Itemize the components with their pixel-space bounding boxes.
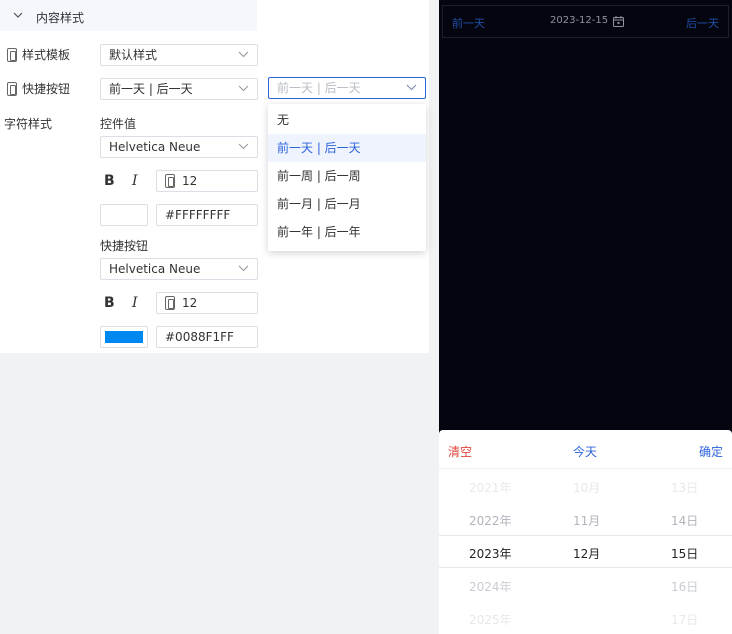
control-value-label: 控件值	[100, 117, 137, 131]
shortcut-color-input[interactable]: #0088F1FF	[156, 326, 258, 348]
shortcut-mobile-value: 前一天 | 后一天	[277, 81, 361, 95]
date-display[interactable]: 2023-12-15	[550, 15, 608, 26]
dropdown-option[interactable]: 无	[268, 106, 426, 134]
shortcut-font-select[interactable]: Helvetica Neue	[100, 258, 258, 280]
section-title: 内容样式	[36, 11, 85, 25]
year-item[interactable]: 2024年	[469, 578, 512, 595]
shortcut-size-input[interactable]: 12	[156, 292, 258, 314]
next-day-button[interactable]: 后一天	[686, 15, 719, 31]
shortcut-button-select[interactable]: 前一天 | 后一天	[100, 78, 258, 100]
year-item[interactable]: 2025年	[469, 611, 512, 628]
prev-day-button[interactable]: 前一天	[452, 15, 485, 31]
color-fill	[105, 331, 143, 343]
dropdown-option[interactable]: 前一周 | 后一周	[268, 162, 426, 190]
control-value-font-select[interactable]: Helvetica Neue	[100, 136, 258, 158]
chevron-down-icon	[406, 84, 417, 91]
shortcut-button-label: 快捷按钮	[7, 80, 70, 97]
shortcut-button-label-text: 快捷按钮	[22, 82, 71, 96]
dropdown-option[interactable]: 前一年 | 后一年	[268, 218, 426, 246]
mobile-icon	[165, 296, 175, 310]
chevron-down-icon	[238, 85, 249, 92]
bold-button[interactable]: B	[104, 173, 115, 189]
control-value-color: #FFFFFFFF	[165, 208, 231, 222]
italic-button[interactable]: I	[132, 295, 138, 311]
month-item[interactable]: 12月	[573, 545, 600, 562]
month-item[interactable]: 11月	[573, 512, 600, 529]
divider	[439, 468, 732, 469]
shortcut-style-label: 快捷按钮	[100, 239, 149, 253]
style-template-select[interactable]: 默认样式	[100, 44, 258, 66]
day-item[interactable]: 14日	[671, 512, 698, 529]
mobile-icon	[165, 174, 175, 188]
day-item[interactable]: 16日	[671, 578, 698, 595]
month-item[interactable]: 10月	[573, 479, 600, 496]
dropdown-option[interactable]: 前一月 | 后一月	[268, 190, 426, 218]
day-item[interactable]: 13日	[671, 479, 698, 496]
day-item[interactable]: 15日	[671, 545, 698, 562]
chevron-down-icon	[13, 12, 23, 18]
italic-button[interactable]: I	[132, 173, 138, 189]
shortcut-color-swatch[interactable]	[100, 326, 148, 348]
year-item[interactable]: 2021年	[469, 479, 512, 496]
date-picker: 清空 今天 确定 2021年 2022年 2023年 2024年 2025年 1…	[439, 430, 732, 634]
clear-button[interactable]: 清空	[448, 443, 472, 460]
chevron-down-icon	[238, 51, 249, 58]
shortcut-color: #0088F1FF	[165, 330, 234, 344]
char-style-label: 字符样式	[4, 117, 53, 131]
mobile-preview: 前一天 2023-12-15 后一天 清空 今天 确定 2021年 2022年 …	[439, 0, 732, 634]
control-value-color-swatch[interactable]	[100, 204, 148, 226]
style-template-label-text: 样式模板	[22, 48, 71, 62]
color-fill	[105, 209, 143, 221]
shortcut-font: Helvetica Neue	[109, 262, 201, 276]
date-bar: 前一天 2023-12-15 后一天	[442, 5, 729, 38]
control-value-size-input[interactable]: 12	[156, 170, 258, 192]
confirm-button[interactable]: 确定	[699, 443, 723, 460]
chevron-down-icon	[238, 265, 249, 272]
control-value-font: Helvetica Neue	[109, 140, 201, 154]
mobile-icon	[7, 47, 17, 62]
day-item[interactable]: 17日	[671, 611, 698, 628]
control-value-size: 12	[182, 174, 198, 188]
shortcut-size: 12	[182, 296, 198, 310]
today-button[interactable]: 今天	[573, 443, 597, 460]
year-item[interactable]: 2023年	[469, 545, 512, 562]
mobile-icon	[7, 81, 17, 96]
bold-button[interactable]: B	[104, 295, 115, 311]
dropdown-option[interactable]: 前一天 | 后一天	[268, 134, 426, 162]
style-template-value: 默认样式	[109, 48, 158, 62]
control-value-color-input[interactable]: #FFFFFFFF	[156, 204, 258, 226]
shortcut-button-value: 前一天 | 后一天	[109, 82, 193, 96]
chevron-down-icon	[238, 143, 249, 150]
shortcut-mobile-select[interactable]: 前一天 | 后一天	[268, 77, 426, 99]
section-header-content-style[interactable]: 内容样式	[0, 0, 257, 31]
calendar-icon	[613, 16, 624, 27]
year-item[interactable]: 2022年	[469, 512, 512, 529]
style-template-label: 样式模板	[7, 46, 70, 63]
shortcut-dropdown-menu: 无 前一天 | 后一天 前一周 | 后一周 前一月 | 后一月 前一年 | 后一…	[268, 104, 426, 251]
